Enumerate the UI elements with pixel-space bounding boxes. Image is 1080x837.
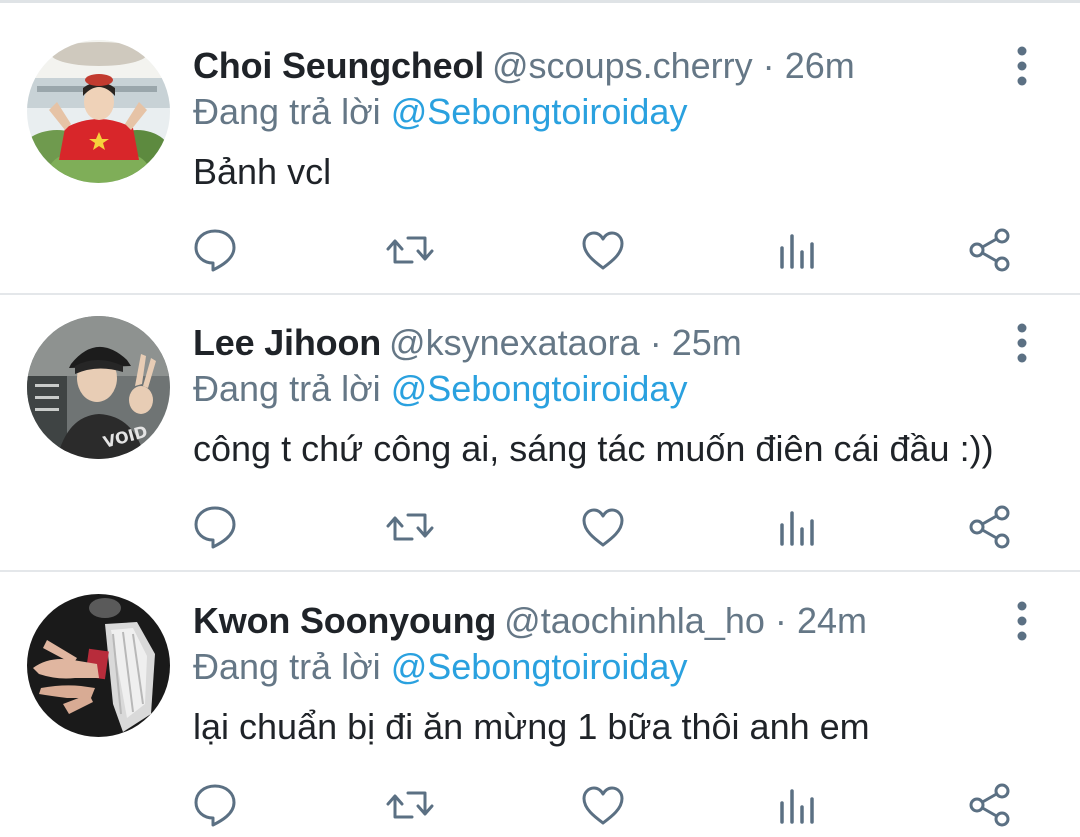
- share-icon: [969, 505, 1010, 549]
- tweet-header: Kwon Soonyoung @taochinhla_ho · 24m: [193, 599, 867, 643]
- retweet-button[interactable]: [382, 777, 438, 833]
- like-button[interactable]: [575, 777, 631, 833]
- more-options-button[interactable]: [1004, 321, 1040, 365]
- more-options-button[interactable]: [1004, 44, 1040, 88]
- like-button[interactable]: [575, 222, 631, 278]
- reply-button[interactable]: [187, 222, 243, 278]
- reply-button[interactable]: [187, 777, 243, 833]
- tweet-text: công t chứ công ai, sáng tác muốn điên c…: [193, 428, 994, 469]
- comment-icon: [194, 229, 236, 272]
- tweet-text: Bảnh vcl: [193, 151, 332, 192]
- avatar[interactable]: VOID: [27, 316, 170, 459]
- replying-to-label: Đang trả lời: [193, 646, 381, 687]
- replying-to: Đang trả lời @Sebongtoiroiday: [193, 645, 687, 689]
- timestamp[interactable]: 25m: [672, 322, 742, 363]
- mention-link[interactable]: @Sebongtoiroiday: [391, 368, 688, 409]
- share-button[interactable]: [962, 222, 1018, 278]
- heart-icon: [582, 508, 624, 547]
- retweet-icon: [386, 791, 434, 819]
- display-name[interactable]: Lee Jihoon: [193, 322, 381, 363]
- share-icon: [969, 783, 1010, 827]
- analytics-button[interactable]: [769, 777, 825, 833]
- comment-icon: [194, 784, 236, 827]
- retweet-icon: [386, 236, 434, 264]
- analytics-icon: [780, 789, 814, 824]
- share-button[interactable]: [962, 499, 1018, 555]
- handle[interactable]: @ksynexataora: [389, 322, 640, 363]
- reply-tweet[interactable]: Choi Seungcheol @scoups.cherry · 26m Đang…: [0, 0, 1080, 294]
- reply-button[interactable]: [187, 499, 243, 555]
- analytics-icon: [780, 234, 814, 269]
- timestamp[interactable]: 24m: [797, 600, 867, 641]
- mention-link[interactable]: @Sebongtoiroiday: [391, 646, 688, 687]
- separator: ·: [774, 600, 787, 641]
- vertical-dots-icon: [1017, 601, 1027, 641]
- display-name[interactable]: Choi Seungcheol: [193, 45, 484, 86]
- heart-icon: [582, 786, 624, 825]
- handle[interactable]: @taochinhla_ho: [504, 600, 765, 641]
- heart-icon: [582, 231, 624, 270]
- comment-icon: [194, 506, 236, 549]
- avatar[interactable]: [27, 40, 170, 183]
- tweet-header: Lee Jihoon @ksynexataora · 25m: [193, 321, 742, 365]
- share-icon: [969, 228, 1010, 272]
- vertical-dots-icon: [1017, 323, 1027, 363]
- reply-tweet[interactable]: Kwon Soonyoung @taochinhla_ho · 24m Đang …: [0, 572, 1080, 837]
- tweet-header: Choi Seungcheol @scoups.cherry · 26m: [193, 44, 855, 88]
- timestamp[interactable]: 26m: [785, 45, 855, 86]
- replying-to: Đang trả lời @Sebongtoiroiday: [193, 367, 687, 411]
- retweet-button[interactable]: [382, 499, 438, 555]
- tweet-text: lại chuẩn bị đi ăn mừng 1 bữa thôi anh e…: [193, 706, 870, 747]
- separator: ·: [649, 322, 662, 363]
- handle[interactable]: @scoups.cherry: [492, 45, 753, 86]
- analytics-button[interactable]: [769, 222, 825, 278]
- share-button[interactable]: [962, 777, 1018, 833]
- retweet-button[interactable]: [382, 222, 438, 278]
- analytics-icon: [780, 511, 814, 546]
- mention-link[interactable]: @Sebongtoiroiday: [391, 91, 688, 132]
- like-button[interactable]: [575, 499, 631, 555]
- replying-to-label: Đang trả lời: [193, 368, 381, 409]
- more-options-button[interactable]: [1004, 599, 1040, 643]
- retweet-icon: [386, 513, 434, 541]
- reply-tweet[interactable]: VOID Lee Jihoon @ksynexataora · 25m Đang …: [0, 295, 1080, 570]
- display-name[interactable]: Kwon Soonyoung: [193, 600, 496, 641]
- vertical-dots-icon: [1017, 46, 1027, 86]
- analytics-button[interactable]: [769, 499, 825, 555]
- replying-to-label: Đang trả lời: [193, 91, 381, 132]
- separator: ·: [762, 45, 775, 86]
- avatar[interactable]: [27, 594, 170, 737]
- replying-to: Đang trả lời @Sebongtoiroiday: [193, 90, 687, 134]
